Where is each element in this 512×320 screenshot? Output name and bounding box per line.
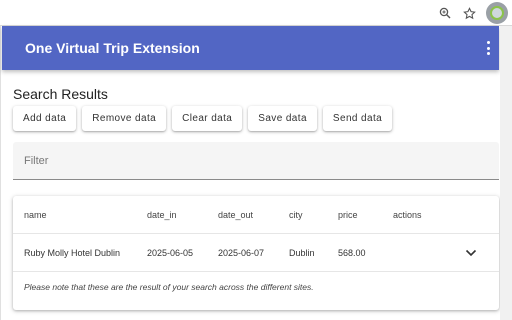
app-title: One Virtual Trip Extension bbox=[25, 40, 200, 56]
bookmark-star-icon[interactable] bbox=[462, 6, 476, 20]
cell-date-in: 2025-06-05 bbox=[147, 248, 194, 258]
app-bar: One Virtual Trip Extension bbox=[2, 26, 499, 70]
cell-name: Ruby Molly Hotel Dublin bbox=[24, 248, 121, 258]
section-title: Search Results bbox=[13, 86, 108, 102]
clear-data-button[interactable]: Clear data bbox=[172, 106, 243, 131]
filter-field bbox=[13, 142, 499, 180]
results-note: Please note that these are the result of… bbox=[24, 282, 314, 292]
send-data-button[interactable]: Send data bbox=[322, 106, 393, 131]
save-data-button[interactable]: Save data bbox=[248, 106, 317, 131]
browser-toolbar bbox=[0, 0, 512, 26]
cell-city: Dublin bbox=[289, 248, 315, 258]
column-header-actions: actions bbox=[393, 210, 422, 220]
action-buttons: Add data Remove data Clear data Save dat… bbox=[13, 106, 393, 131]
cell-price: 568.00 bbox=[338, 248, 366, 258]
extension-popup: One Virtual Trip Extension Search Result… bbox=[0, 26, 512, 320]
scrollbar[interactable] bbox=[500, 26, 512, 320]
results-table: name date_in date_out city price actions… bbox=[13, 196, 499, 310]
column-header-price[interactable]: price bbox=[338, 196, 358, 234]
column-header-city[interactable]: city bbox=[289, 196, 303, 234]
column-header-date-out[interactable]: date_out bbox=[218, 196, 253, 234]
more-vert-icon[interactable] bbox=[481, 39, 495, 57]
column-header-date-in[interactable]: date_in bbox=[147, 196, 177, 234]
filter-input[interactable] bbox=[13, 142, 499, 179]
remove-data-button[interactable]: Remove data bbox=[82, 106, 167, 131]
cell-date-out: 2025-06-07 bbox=[218, 248, 265, 258]
browser-toolbar-icons bbox=[438, 2, 508, 24]
table-header-row: name date_in date_out city price actions bbox=[13, 196, 499, 234]
column-header-name[interactable]: name bbox=[24, 196, 47, 234]
main-content: Search Results Add data Remove data Clea… bbox=[2, 70, 499, 320]
extension-icon[interactable] bbox=[486, 2, 508, 24]
table-row[interactable]: Ruby Molly Hotel Dublin 2025-06-05 2025-… bbox=[13, 234, 499, 272]
add-data-button[interactable]: Add data bbox=[13, 106, 77, 131]
zoom-icon[interactable] bbox=[438, 6, 452, 20]
chevron-down-icon[interactable] bbox=[463, 245, 479, 261]
